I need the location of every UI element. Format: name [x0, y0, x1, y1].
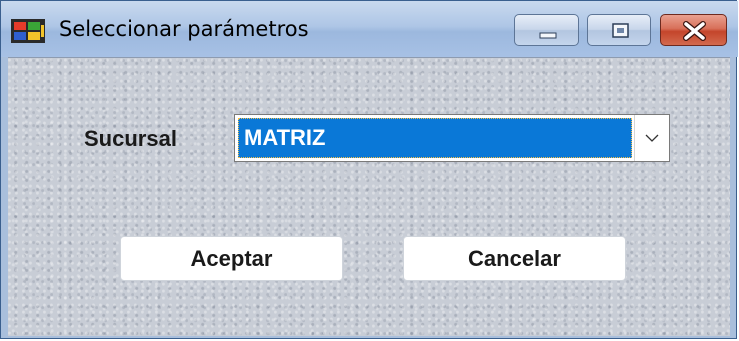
- window-title: Seleccionar parámetros: [59, 17, 309, 41]
- sucursal-selected-value[interactable]: MATRIZ: [238, 118, 632, 158]
- dialog-body: Sucursal MATRIZ Aceptar Cancelar: [8, 57, 730, 336]
- close-button[interactable]: [660, 14, 727, 46]
- maximize-button[interactable]: [587, 14, 651, 46]
- title-bar[interactable]: Seleccionar parámetros: [1, 1, 738, 57]
- windows-flag-icon: [11, 19, 45, 43]
- cancel-button[interactable]: Cancelar: [403, 236, 626, 281]
- sucursal-select[interactable]: MATRIZ: [234, 114, 670, 162]
- accept-button[interactable]: Aceptar: [120, 236, 343, 281]
- chevron-down-icon: [645, 134, 659, 142]
- maximize-icon: [612, 23, 629, 38]
- dialog-window: Seleccionar parámetros Sucursal MATRIZ A…: [0, 0, 738, 339]
- minimize-icon: [539, 32, 557, 39]
- close-icon: [683, 21, 706, 41]
- sucursal-label: Sucursal: [84, 126, 177, 151]
- minimize-button[interactable]: [514, 14, 579, 46]
- dropdown-button[interactable]: [634, 115, 669, 161]
